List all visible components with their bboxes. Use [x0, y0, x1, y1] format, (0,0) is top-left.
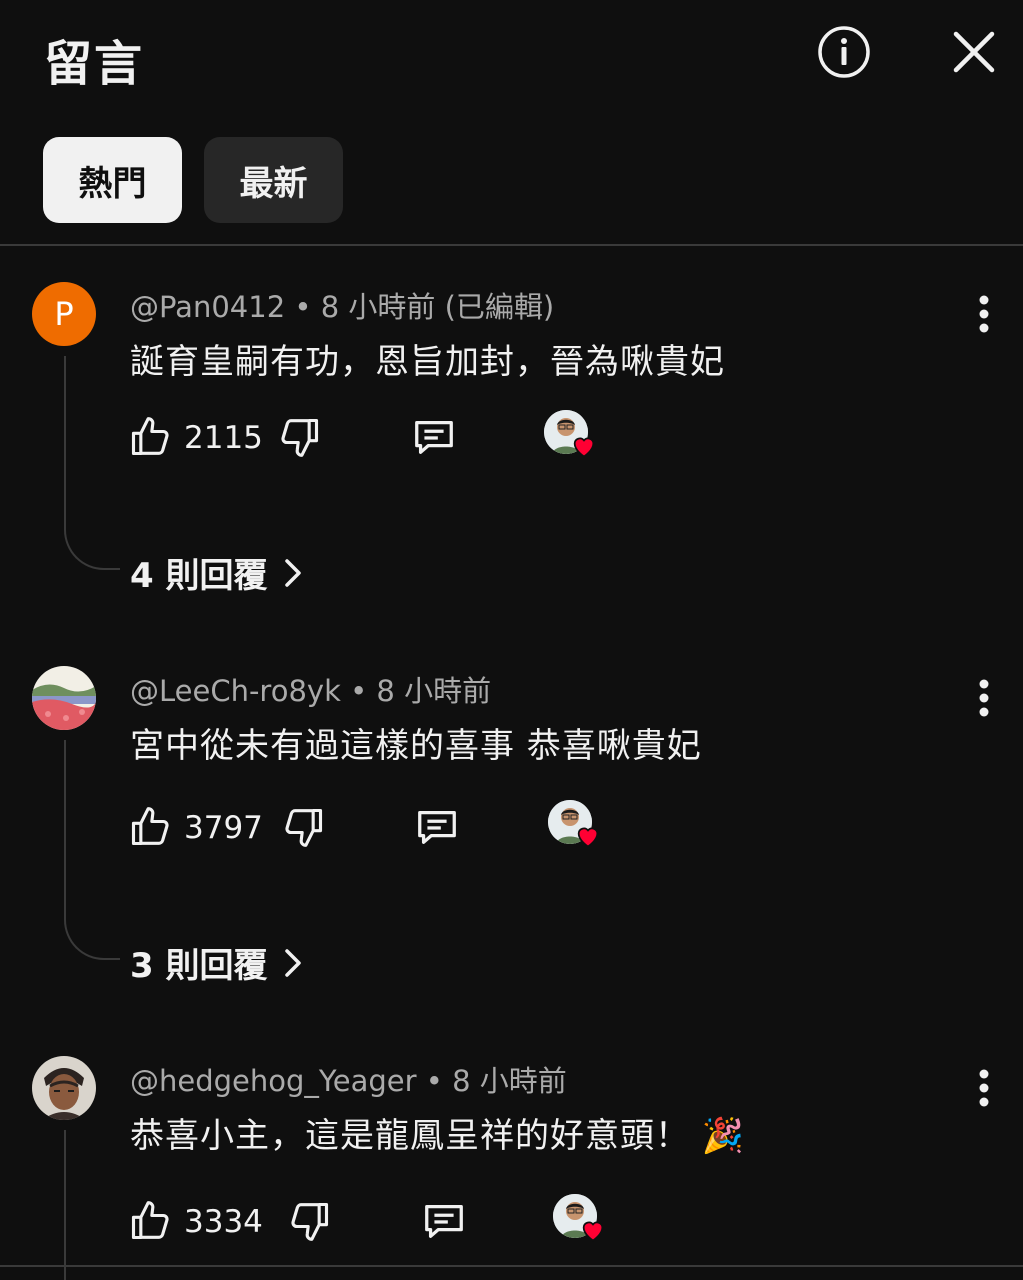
- timestamp: 8 小時前: [376, 674, 492, 708]
- comment-text: 誕育皇嗣有功，恩旨加封，晉為啾貴妃: [130, 342, 725, 382]
- comments-header: 留言: [0, 0, 1023, 110]
- heart-icon: [574, 822, 602, 850]
- comment-text: 恭喜小主，這是龍鳳呈祥的好意頭！ 🎉: [130, 1108, 745, 1157]
- dislike-icon[interactable]: [288, 1198, 332, 1244]
- like-count: 3797: [184, 810, 263, 846]
- comment-meta: @hedgehog_Yeager • 8 小時前: [130, 1058, 567, 1100]
- comment-actions: 3797: [128, 800, 828, 854]
- avatar[interactable]: [32, 666, 96, 730]
- comment-text-body: 恭喜小主，這是龍鳳呈祥的好意頭！: [130, 1116, 690, 1156]
- chevron-right-icon: [284, 948, 301, 977]
- heart-icon: [570, 432, 598, 460]
- reply-icon[interactable]: [420, 1198, 468, 1244]
- avatar[interactable]: P: [32, 282, 96, 346]
- divider: [0, 1265, 1023, 1267]
- timestamp: 8 小時前: [452, 1064, 567, 1098]
- edited-label: (已編輯): [444, 290, 555, 324]
- view-replies-button[interactable]: 3 則回覆: [130, 938, 304, 987]
- comment-actions: 3334: [128, 1194, 828, 1248]
- reply-icon[interactable]: [410, 414, 458, 460]
- chip-top[interactable]: 熱門: [43, 137, 182, 223]
- replies-label: 4 則回覆: [130, 556, 268, 596]
- creator-heart-badge: [544, 410, 604, 466]
- chevron-right-icon: [284, 558, 301, 587]
- comment-text: 宮中從未有過這樣的喜事 恭喜啾貴妃: [130, 726, 702, 766]
- party-popper-emoji: 🎉: [701, 1116, 746, 1156]
- creator-heart-badge: [548, 800, 608, 856]
- like-count: 2115: [184, 420, 263, 456]
- replies-label: 3 則回覆: [130, 946, 268, 986]
- like-icon[interactable]: [128, 804, 172, 850]
- more-options-icon[interactable]: [966, 294, 1002, 334]
- separator-dot: •: [294, 290, 312, 324]
- like-icon[interactable]: [128, 414, 172, 460]
- thread-line: [64, 356, 120, 570]
- comment-meta: @Pan0412 • 8 小時前 (已編輯): [130, 284, 554, 326]
- more-options-icon[interactable]: [966, 678, 1002, 718]
- author-name[interactable]: @hedgehog_Yeager: [130, 1064, 417, 1098]
- info-icon[interactable]: [816, 24, 872, 80]
- more-options-icon[interactable]: [966, 1068, 1002, 1108]
- comment-meta: @LeeCh-ro8yk • 8 小時前: [130, 668, 491, 710]
- author-name[interactable]: @LeeCh-ro8yk: [130, 674, 341, 708]
- like-count: 3334: [184, 1204, 263, 1240]
- divider: [0, 244, 1023, 246]
- avatar[interactable]: [32, 1056, 96, 1120]
- dislike-icon[interactable]: [282, 804, 326, 850]
- creator-heart-badge: [553, 1194, 613, 1250]
- sort-chips: 熱門 最新: [43, 137, 343, 223]
- page-title: 留言: [44, 36, 145, 92]
- separator-dot: •: [425, 1064, 443, 1098]
- timestamp: 8 小時前: [320, 290, 436, 324]
- dislike-icon[interactable]: [278, 414, 322, 460]
- comment-actions: 2115: [128, 410, 828, 464]
- heart-icon: [579, 1216, 607, 1244]
- like-icon[interactable]: [128, 1198, 172, 1244]
- thread-line: [64, 740, 120, 960]
- view-replies-button[interactable]: 4 則回覆: [130, 548, 304, 597]
- separator-dot: •: [350, 674, 368, 708]
- thread-line: [64, 1130, 120, 1280]
- author-name[interactable]: @Pan0412: [130, 290, 285, 324]
- chip-newest[interactable]: 最新: [204, 137, 343, 223]
- close-icon[interactable]: [946, 24, 1002, 80]
- reply-icon[interactable]: [413, 804, 461, 850]
